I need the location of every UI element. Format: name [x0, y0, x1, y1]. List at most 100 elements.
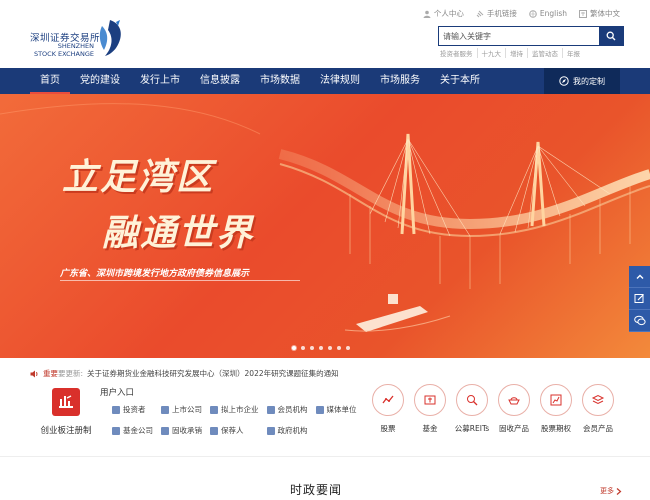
gem-label: 创业板注册制 [40, 426, 92, 436]
hot-words: 投资者服务 十九大 增持 监管动态 年报 [440, 48, 584, 58]
ship [344, 294, 451, 332]
user-entry-fixed-income[interactable]: 固收承销 [161, 425, 202, 436]
user-entry-title: 用户入口 [100, 388, 135, 398]
product-member[interactable]: 会员产品 [580, 384, 616, 434]
chevron-right-icon [616, 487, 622, 495]
notice-label-2: 要更新: [58, 369, 84, 378]
investor-icon [112, 405, 120, 414]
hot-word[interactable]: 监管动态 [527, 48, 562, 58]
product-stocks[interactable]: 股票 [370, 384, 406, 434]
side-toolbar [629, 266, 650, 332]
my-custom-button[interactable]: 我的定制 [544, 68, 620, 94]
user-entry-label: 媒体单位 [326, 405, 357, 414]
carousel-dot[interactable] [301, 346, 305, 350]
product-label: 股票 [380, 424, 396, 433]
nav-items: 首页 党的建设 发行上市 信息披露 市场数据 法律规则 市场服务 关于本所 [30, 68, 490, 94]
traditional-chinese-label: 繁体中文 [590, 9, 620, 18]
personal-center-label: 个人中心 [433, 9, 464, 18]
sponsor-icon [210, 426, 218, 435]
carousel-dot[interactable] [292, 346, 296, 350]
nav-item-listing[interactable]: 发行上市 [130, 68, 190, 94]
search-icon [606, 31, 616, 41]
banner-underline [60, 280, 300, 281]
nav-item-disclosure[interactable]: 信息披露 [190, 68, 250, 94]
nav-item-market-data[interactable]: 市场数据 [250, 68, 310, 94]
notice-text[interactable]: 关于证券期货业金融科技研究发展中心（深圳）2022年研究课题征集的通知 [87, 368, 339, 379]
layers-icon [582, 384, 614, 416]
carousel-dot[interactable] [337, 346, 341, 350]
carousel-dot[interactable] [310, 346, 314, 350]
hot-word[interactable]: 投资者服务 [440, 48, 477, 58]
section-divider [0, 456, 650, 457]
lang-icon [579, 9, 587, 18]
option-icon [540, 384, 572, 416]
user-entry-investor[interactable]: 投资者 [112, 404, 153, 415]
media-icon [315, 405, 324, 414]
user-entry-label: 投资者 [123, 405, 146, 414]
english-link[interactable]: English [529, 8, 567, 19]
traditional-chinese-link[interactable]: 繁体中文 [579, 8, 620, 19]
logo-mark-icon [99, 20, 121, 56]
product-label: 会员产品 [583, 424, 613, 433]
mobile-link-label: 手机链接 [486, 9, 517, 18]
building-icon [210, 405, 218, 414]
carousel-dot[interactable] [319, 346, 323, 350]
user-entry-pre-ipo[interactable]: 拟上市企业 [210, 404, 259, 415]
user-entry-label: 保荐人 [221, 426, 244, 435]
carousel-dots [292, 346, 350, 350]
carousel-dot[interactable] [328, 346, 332, 350]
chat-button[interactable] [629, 310, 650, 332]
reits-icon [456, 384, 488, 416]
banner-title-line1: 立足湾区 [62, 157, 215, 198]
user-entry-fund[interactable]: 基金公司 [112, 425, 153, 436]
feedback-button[interactable] [629, 288, 650, 310]
user-entry-member[interactable]: 会员机构 [266, 404, 308, 415]
product-reits[interactable]: 公募REITs [454, 384, 490, 434]
product-entries: 股票 基金 公募REITs 固收产品 股票期权 会员产品 [370, 384, 616, 434]
user-entry-listed-company[interactable]: 上市公司 [161, 404, 202, 415]
szse-logo[interactable]: 深圳证券交易所 SHENZHEN STOCK EXCHANGE [30, 18, 130, 66]
user-entry-sponsor[interactable]: 保荐人 [210, 425, 259, 436]
hot-word[interactable]: 年报 [562, 48, 584, 58]
user-entry-label: 会员机构 [277, 405, 308, 414]
user-entry-grid: 投资者 上市公司 拟上市企业 会员机构 媒体单位 基金公司 固收承销 保荐人 政… [112, 404, 372, 436]
user-entry-government[interactable]: 政府机构 [266, 425, 308, 436]
gem-registration-entry[interactable]: 创业板注册制 [30, 382, 102, 442]
personal-center-link[interactable]: 个人中心 [423, 8, 464, 19]
my-custom-label: 我的定制 [573, 76, 605, 86]
nav-item-services[interactable]: 市场服务 [370, 68, 430, 94]
more-link[interactable]: 更多 [600, 486, 622, 496]
more-label: 更多 [600, 487, 614, 495]
banner-subtitle: 广东省、深圳市跨境发行地方政府债券信息展示 [60, 269, 250, 279]
news-section-title: 时政要闻 [290, 483, 343, 497]
back-to-top-button[interactable] [629, 266, 650, 288]
product-options[interactable]: 股票期权 [538, 384, 574, 434]
hot-word[interactable]: 增持 [505, 48, 527, 58]
nav-item-about[interactable]: 关于本所 [430, 68, 490, 94]
speaker-icon [30, 370, 38, 377]
hero-banner[interactable]: 立足湾区 融通世界 广东省、深圳市跨境发行地方政府债券信息展示 [0, 94, 650, 358]
user-entry-media[interactable]: 媒体单位 [315, 404, 357, 415]
carousel-dot[interactable] [346, 346, 350, 350]
important-notice[interactable]: 重要 要更新: 关于证券期货业金融科技研究发展中心（深圳）2022年研究课题征集的… [30, 368, 339, 379]
product-label: 股票期权 [541, 424, 571, 433]
nav-item-party[interactable]: 党的建设 [70, 68, 130, 94]
globe-icon [529, 9, 537, 18]
search-button[interactable] [599, 27, 623, 45]
chat-icon [633, 315, 646, 326]
compass-icon [559, 76, 569, 86]
chart-icon [372, 384, 404, 416]
product-funds[interactable]: 基金 [412, 384, 448, 434]
product-fixed-income[interactable]: 固收产品 [496, 384, 532, 434]
hot-word[interactable]: 十九大 [476, 48, 506, 58]
mobile-link[interactable]: 手机链接 [476, 8, 517, 19]
nav-item-rules[interactable]: 法律规则 [310, 68, 370, 94]
product-label: 公募REITs [454, 424, 490, 433]
user-entry-label: 固收承销 [172, 426, 202, 435]
link-icon [476, 10, 484, 17]
search-input[interactable] [439, 27, 599, 45]
nav-item-home[interactable]: 首页 [30, 68, 70, 94]
notice-label: 重要 [43, 369, 58, 378]
members-icon [266, 405, 275, 414]
logo-en-text: SHENZHEN STOCK EXCHANGE [32, 42, 94, 58]
